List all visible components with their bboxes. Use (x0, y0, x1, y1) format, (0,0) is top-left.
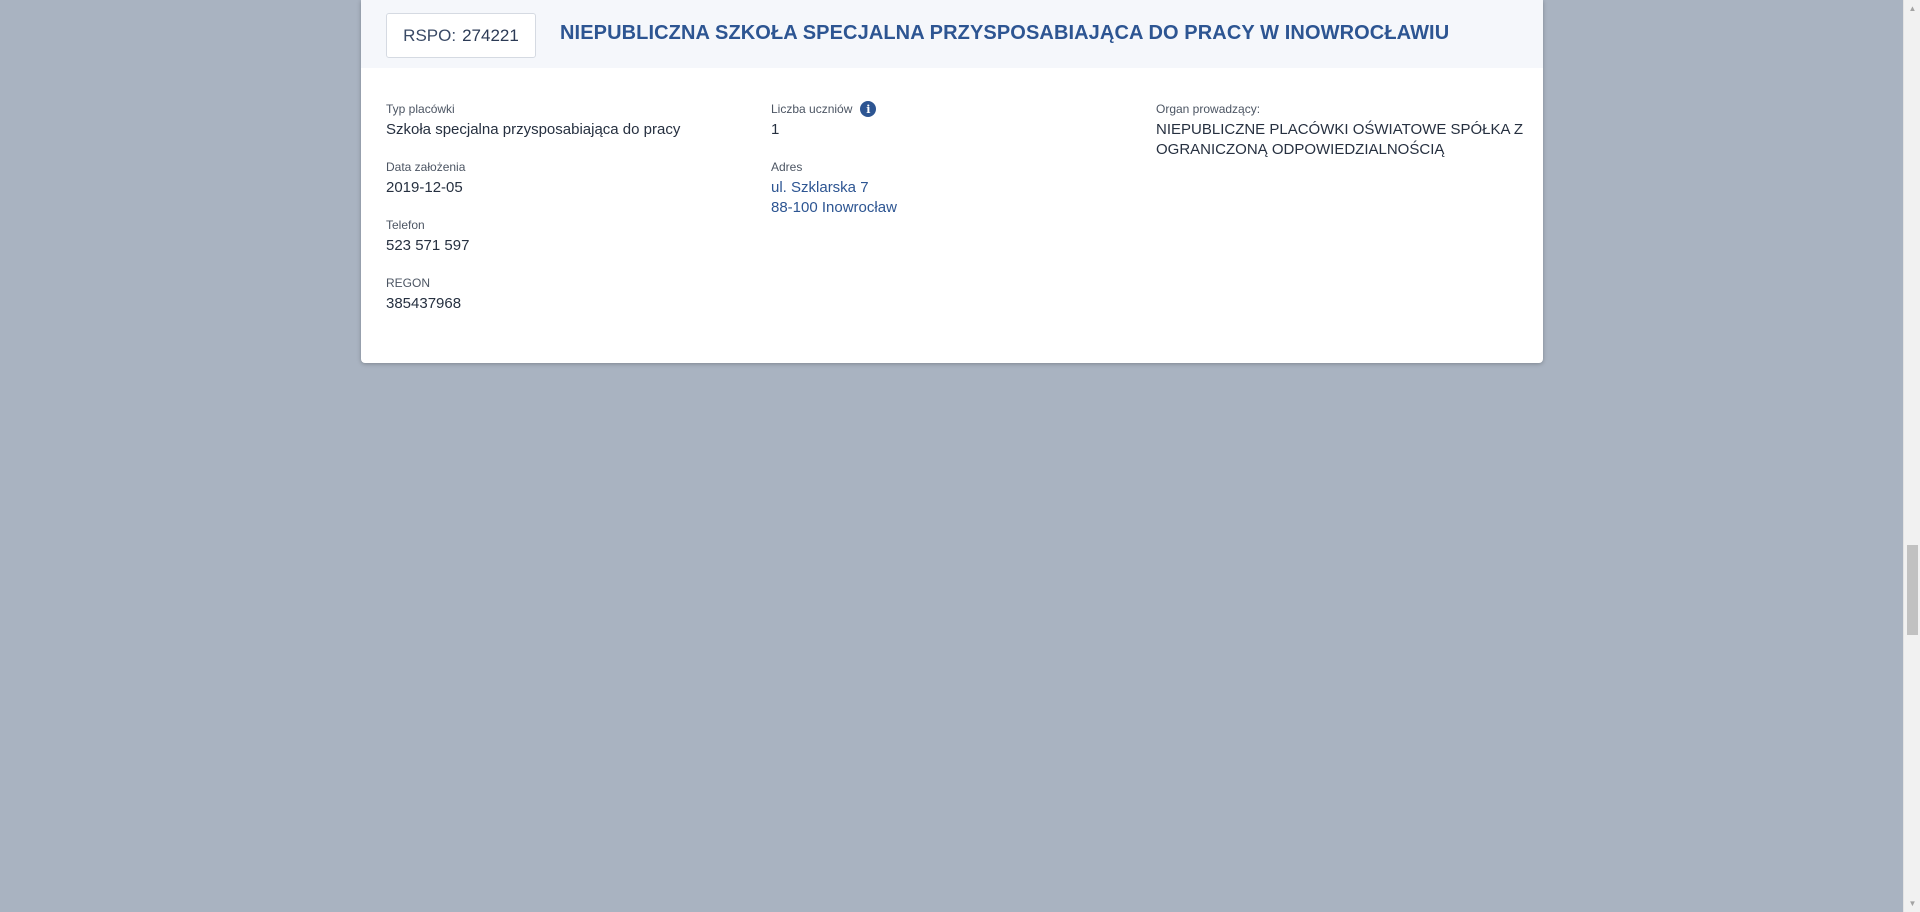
field-address: Adres ul. Szklarska 7 88-100 Inowrocław (771, 159, 1131, 218)
field-students-label: Liczba uczniów (771, 102, 853, 116)
field-founded-label: Data założenia (386, 160, 466, 174)
card-header: RSPO: 274221 NIEPUBLICZNA SZKOŁA SPECJAL… (361, 0, 1543, 68)
scroll-up-icon[interactable]: ▲ (1904, 0, 1920, 17)
address-link[interactable]: ul. Szklarska 7 88-100 Inowrocław (771, 178, 1131, 218)
field-type: Typ placówki Szkoła specjalna przysposab… (386, 101, 746, 140)
school-card: RSPO: 274221 NIEPUBLICZNA SZKOŁA SPECJAL… (361, 0, 1543, 363)
field-regon-label: REGON (386, 276, 431, 290)
scroll-thumb[interactable] (1907, 545, 1918, 635)
page: RSPO: 274221 NIEPUBLICZNA SZKOŁA SPECJAL… (0, 0, 1920, 912)
field-phone-label: Telefon (386, 218, 425, 232)
details-column-2: Liczba uczniów i 1 Adres ul. Szklarska 7… (771, 101, 1131, 237)
rspo-badge: RSPO: 274221 (386, 13, 536, 58)
field-founded: Data założenia 2019-12-05 (386, 159, 746, 198)
school-name[interactable]: NIEPUBLICZNA SZKOŁA SPECJALNA PRZYSPOSAB… (560, 22, 1449, 45)
rspo-number: 274221 (462, 25, 519, 45)
details-column-3: Organ prowadzący: NIEPUBLICZNE PLACÓWKI … (1156, 101, 1526, 179)
info-icon[interactable]: i (860, 101, 877, 117)
field-governing-body-label: Organ prowadzący: (1156, 102, 1261, 116)
field-address-label: Adres (771, 160, 803, 174)
field-regon-value: 385437968 (386, 295, 462, 312)
field-phone: Telefon 523 571 597 (386, 217, 746, 256)
vertical-scrollbar[interactable]: ▲ ▼ (1903, 0, 1920, 912)
details-column-1: Typ placówki Szkoła specjalna przysposab… (386, 101, 746, 333)
rspo-prefix: RSPO: (403, 25, 457, 45)
address-line-2: 88-100 Inowrocław (771, 199, 897, 216)
field-students-label-row: Liczba uczniów i (771, 101, 1131, 117)
field-governing-body: Organ prowadzący: NIEPUBLICZNE PLACÓWKI … (1156, 101, 1526, 160)
field-type-value: Szkoła specjalna przysposabiająca do pra… (386, 121, 681, 138)
field-regon: REGON 385437968 (386, 275, 746, 314)
field-governing-body-value: NIEPUBLICZNE PLACÓWKI OŚWIATOWE SPÓŁKA Z… (1156, 121, 1524, 158)
field-students: Liczba uczniów i 1 (771, 101, 1131, 140)
field-phone-value: 523 571 597 (386, 237, 470, 254)
scroll-down-icon[interactable]: ▼ (1904, 895, 1920, 912)
field-founded-value: 2019-12-05 (386, 179, 463, 196)
field-students-value: 1 (771, 121, 780, 138)
address-line-1: ul. Szklarska 7 (771, 179, 869, 196)
field-type-label: Typ placówki (386, 102, 455, 116)
